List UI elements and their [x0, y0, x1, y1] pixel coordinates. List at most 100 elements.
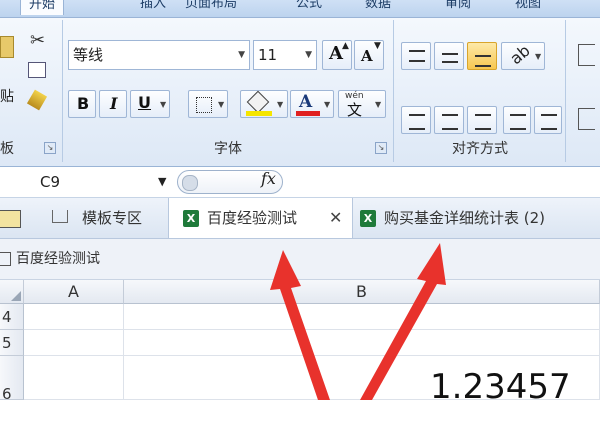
tab-formulas[interactable]: 公式 — [296, 0, 322, 14]
font-color-swatch — [296, 111, 320, 116]
format-painter-icon[interactable] — [26, 89, 48, 111]
clipboard-launcher-icon[interactable]: ↘ — [44, 142, 56, 154]
sheet-title-bar: 百度经验测试 — [0, 239, 600, 280]
select-all-icon — [11, 291, 21, 301]
chevron-down-icon: ▼ — [158, 175, 167, 188]
align-bottom-button[interactable] — [467, 42, 497, 70]
chevron-down-icon: ▼ — [218, 100, 225, 109]
row-header-4[interactable]: 4 — [0, 304, 24, 330]
name-box[interactable]: C9 ▼ — [0, 167, 175, 197]
excel-icon: X — [183, 210, 199, 227]
tab-baidu-test-label: 百度经验测试 — [207, 209, 298, 227]
align-right-button[interactable] — [467, 106, 497, 134]
column-header-b[interactable]: B — [124, 280, 600, 304]
align-top-icon — [409, 50, 425, 62]
tab-view[interactable]: 视图 — [515, 0, 541, 14]
decrease-indent-icon — [510, 114, 526, 130]
tab-baidu-test[interactable]: X 百度经验测试 ✕ — [168, 198, 353, 238]
tab-fund-stats[interactable]: X 购买基金详细统计表 (2) — [360, 198, 545, 238]
increase-indent-icon — [541, 114, 557, 130]
cell-a5[interactable] — [24, 330, 124, 356]
copy-icon[interactable] — [28, 62, 46, 78]
folder-icon[interactable] — [0, 210, 21, 228]
increase-indent-button[interactable] — [534, 106, 562, 134]
row-header-5[interactable]: 5 — [0, 330, 24, 356]
phonetic-icon: 文 — [347, 101, 363, 119]
cut-icon[interactable]: ✂ — [30, 30, 45, 51]
cell-b6-value: 1.23457 — [430, 367, 571, 407]
orientation-button[interactable]: ab ▼ — [501, 40, 545, 70]
font-group: 等线 ▼ 11 ▼ A ▲ A ▼ B I U ▼ ▼ ▼ A ▼ wén 文 … — [63, 20, 394, 162]
shrink-font-icon: A — [361, 47, 373, 65]
font-size-value: 11 — [258, 46, 278, 64]
grow-font-icon: A — [329, 43, 343, 64]
select-all-corner[interactable] — [0, 280, 24, 304]
italic-icon: I — [110, 94, 118, 113]
paint-bucket-icon — [246, 90, 270, 114]
tab-review[interactable]: 审阅 — [445, 0, 471, 14]
decrease-indent-button[interactable] — [503, 106, 531, 134]
paste-button[interactable]: 贴 — [0, 30, 18, 105]
align-middle-button[interactable] — [434, 42, 464, 70]
cell-b5[interactable] — [124, 330, 600, 356]
font-name-combo[interactable]: 等线 ▼ — [68, 40, 250, 70]
phonetic-guide-button[interactable]: wén 文 ▼ — [338, 90, 386, 119]
sheet-title: 百度经验测试 — [16, 251, 100, 267]
document-icon — [0, 252, 11, 266]
grow-font-button[interactable]: A ▲ — [322, 40, 352, 70]
name-box-value: C9 — [40, 173, 61, 191]
tab-data[interactable]: 数据 — [365, 0, 391, 14]
font-color-button[interactable]: A ▼ — [290, 90, 334, 118]
row-header-6[interactable]: 6 — [0, 356, 24, 403]
column-header-a[interactable]: A — [24, 280, 124, 304]
align-middle-icon — [442, 53, 458, 63]
font-group-label: 字体 — [214, 141, 242, 157]
bold-button[interactable]: B — [68, 90, 96, 118]
expand-handle-icon[interactable] — [182, 175, 198, 191]
font-launcher-icon[interactable]: ↘ — [375, 142, 387, 154]
document-tabs: 模板专区 X 百度经验测试 ✕ X 购买基金详细统计表 (2) — [0, 198, 600, 239]
chevron-down-icon: ▼ — [535, 52, 542, 61]
ribbon: 贴 ✂ 板 ↘ 等线 ▼ 11 ▼ A ▲ A ▼ B I U ▼ ▼ ▼ A … — [0, 18, 600, 167]
alignment-group-label: 对齐方式 — [452, 141, 508, 157]
font-name-value: 等线 — [73, 46, 104, 64]
tab-insert[interactable]: 插入 — [140, 0, 166, 14]
tab-template-zone-label: 模板专区 — [82, 209, 143, 227]
caret-up-icon: ▲ — [342, 41, 349, 51]
align-left-button[interactable] — [401, 106, 431, 134]
align-top-button[interactable] — [401, 42, 431, 70]
chevron-down-icon: ▼ — [375, 100, 382, 109]
font-size-combo[interactable]: 11 ▼ — [253, 40, 317, 70]
cell-a4[interactable] — [24, 304, 124, 330]
close-icon[interactable]: ✕ — [329, 198, 342, 238]
fill-color-button[interactable]: ▼ — [240, 90, 288, 118]
home-icon — [52, 210, 68, 223]
paste-label: 贴 — [0, 89, 14, 105]
bold-icon: B — [77, 94, 90, 113]
chevron-down-icon: ▼ — [277, 100, 284, 109]
tab-fund-stats-label: 购买基金详细统计表 (2) — [384, 209, 546, 227]
paste-icon — [0, 36, 14, 58]
formula-bar: C9 ▼ fx — [0, 167, 600, 198]
borders-icon — [196, 97, 212, 113]
chevron-down-icon: ▼ — [160, 100, 167, 109]
fill-color-swatch — [246, 111, 272, 116]
align-center-button[interactable] — [434, 106, 464, 134]
cell-a6[interactable] — [24, 356, 124, 400]
wrap-text-icon[interactable] — [578, 44, 595, 66]
chevron-down-icon: ▼ — [324, 100, 331, 109]
align-right-icon — [475, 114, 491, 130]
merge-cells-icon[interactable] — [578, 108, 595, 130]
underline-button[interactable]: U ▼ — [130, 90, 170, 118]
italic-button[interactable]: I — [99, 90, 127, 118]
borders-button[interactable]: ▼ — [188, 90, 228, 118]
ribbon-tab-strip: 开始 插入 页面布局 公式 数据 审阅 视图 — [0, 0, 600, 18]
orientation-icon: ab — [506, 40, 534, 69]
shrink-font-button[interactable]: A ▼ — [354, 40, 384, 70]
tab-home[interactable]: 开始 — [20, 0, 65, 15]
tab-page-layout[interactable]: 页面布局 — [185, 0, 237, 14]
alignment-group: ab ▼ 对齐方式 — [395, 20, 566, 162]
excel-icon: X — [360, 210, 376, 227]
cell-b4[interactable] — [124, 304, 600, 330]
insert-function-icon[interactable]: fx — [261, 167, 276, 191]
